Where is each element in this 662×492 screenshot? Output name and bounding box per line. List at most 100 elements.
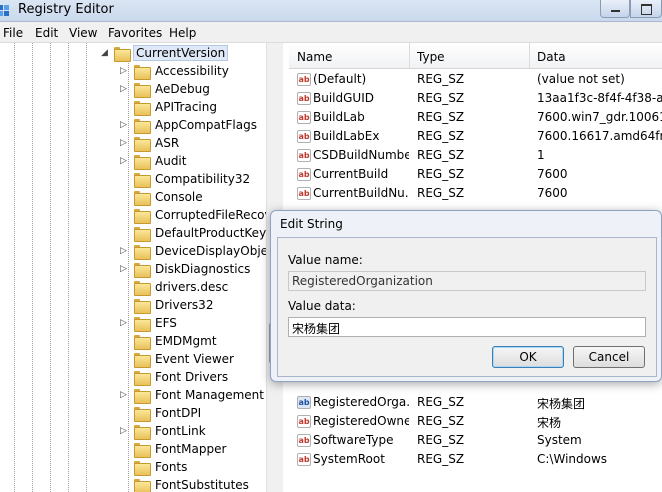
window-title: Registry Editor: [18, 2, 114, 17]
tree-item[interactable]: ▷ EFS: [0, 315, 281, 333]
tree-item-label: DiskDiagnostics: [155, 262, 251, 276]
value-row[interactable]: abBuildGUID REG_SZ 13aa1f3c-8f4f-4f38-a7ae: [289, 89, 662, 108]
tree-item-label: DefaultProductKey: [155, 226, 267, 240]
tree-item[interactable]: APITracing: [0, 99, 281, 117]
tree-item[interactable]: FontDPI: [0, 405, 281, 423]
expand-arrow-icon[interactable]: ▷: [120, 390, 129, 401]
tree-item[interactable]: ▷ ASR: [0, 135, 281, 153]
tree-item[interactable]: drivers.desc: [0, 279, 281, 297]
dialog-body: Value name: RegisteredOrganization Value…: [277, 237, 657, 377]
tree-item[interactable]: ▷ DiskDiagnostics: [0, 261, 281, 279]
column-name[interactable]: Name: [297, 50, 332, 64]
value-row[interactable]: ab SoftwareType REG_SZ System: [289, 431, 662, 450]
tree-item[interactable]: ▷ AppCompatFlags: [0, 117, 281, 135]
tree-item[interactable]: DefaultProductKey: [0, 225, 281, 243]
tree-item[interactable]: ▷ Accessibility: [0, 63, 281, 81]
tree-item-label: Compatibility32: [155, 172, 251, 186]
ok-button[interactable]: OK: [492, 346, 564, 368]
folder-icon: [134, 155, 151, 170]
folder-icon: [134, 461, 151, 476]
folder-icon: [134, 227, 151, 242]
tree-item-currentversion[interactable]: ◢ CurrentVersion: [0, 45, 281, 63]
expand-arrow-icon[interactable]: ▷: [120, 264, 129, 275]
string-value-icon: ab: [297, 187, 311, 200]
value-data-cell: 13aa1f3c-8f4f-4f38-a7ae: [537, 91, 662, 105]
expand-arrow-icon[interactable]: ▷: [120, 120, 129, 131]
expand-arrow-icon[interactable]: ▷: [120, 318, 129, 329]
column-divider[interactable]: [409, 43, 410, 69]
tree-item[interactable]: Fonts: [0, 459, 281, 477]
tree-item[interactable]: Compatibility32: [0, 171, 281, 189]
cancel-button[interactable]: Cancel: [573, 346, 645, 368]
tree-item[interactable]: Font Drivers: [0, 369, 281, 387]
tree-item[interactable]: FontMapper: [0, 441, 281, 459]
tree-item-label: CorruptedFileRecove: [155, 208, 279, 222]
value-row[interactable]: ab RegisteredOwner REG_SZ 宋杨: [289, 412, 662, 431]
value-data-cell: 7600.16617.amd64fre.wi: [537, 129, 662, 143]
menu-view[interactable]: View: [69, 26, 97, 40]
registry-app-icon: [0, 5, 9, 16]
expand-arrow-icon[interactable]: ▷: [120, 84, 129, 95]
tree-item[interactable]: Event Viewer: [0, 351, 281, 369]
value-row[interactable]: ab SystemRoot REG_SZ C:\Windows: [289, 450, 662, 469]
tree-item-label: AeDebug: [155, 82, 210, 96]
value-row[interactable]: ab CurrentBuildNu... REG_SZ 7600: [289, 184, 662, 203]
tree-item-label: Event Viewer: [155, 352, 234, 366]
menu-help[interactable]: Help: [169, 26, 196, 40]
value-row[interactable]: ab CurrentBuild REG_SZ 7600: [289, 165, 662, 184]
value-type-cell: REG_SZ: [417, 148, 465, 162]
value-row[interactable]: abBuildLab REG_SZ 7600.win7_gdr.100618-1: [289, 108, 662, 127]
tree-item-label: Font Management: [155, 388, 264, 402]
value-data-field[interactable]: 宋杨集团: [288, 317, 646, 337]
menu-file[interactable]: File: [3, 26, 23, 40]
tree-item[interactable]: ▷ Audit: [0, 153, 281, 171]
tree-item-label: EMDMgmt: [155, 334, 217, 348]
tree-item-label: AppCompatFlags: [155, 118, 257, 132]
tree-item[interactable]: EMDMgmt: [0, 333, 281, 351]
tree-item-label: FontMapper: [155, 442, 227, 456]
value-row[interactable]: ab RegisteredOrga... REG_SZ 宋杨集团: [289, 393, 662, 412]
value-row[interactable]: ab CSDBuildNumber REG_SZ 1: [289, 146, 662, 165]
expand-arrow-icon[interactable]: ▷: [120, 138, 129, 149]
tree-item-label: FontDPI: [155, 406, 202, 420]
maximize-button[interactable]: [630, 0, 662, 18]
string-value-icon: ab: [297, 73, 311, 86]
value-data-cell: 宋杨集团: [537, 397, 586, 411]
value-data-cell: 7600: [537, 167, 568, 181]
tree-item[interactable]: ▷ AeDebug: [0, 81, 281, 99]
value-type-cell: REG_SZ: [417, 452, 465, 466]
expand-arrow-icon[interactable]: ▷: [120, 66, 129, 77]
value-type-cell: REG_SZ: [417, 110, 465, 124]
tree-item[interactable]: Console: [0, 189, 281, 207]
value-data-cell: 宋杨: [537, 416, 562, 430]
folder-icon: [134, 335, 151, 350]
menu-favorites[interactable]: Favorites: [108, 26, 162, 40]
column-divider[interactable]: [529, 43, 530, 69]
value-row[interactable]: abBuildLabEx REG_SZ 7600.16617.amd64fre.wi: [289, 127, 662, 146]
value-name-label: Value name:: [288, 253, 363, 267]
menu-bar: File Edit View Favorites Help: [0, 22, 662, 43]
minimize-button[interactable]: [600, 0, 630, 18]
expand-arrow-icon[interactable]: ▷: [120, 246, 129, 257]
key-tree[interactable]: ◢ CurrentVersion ▷ Accessibility ▷ AeDebug A…: [0, 43, 282, 492]
folder-icon: [134, 407, 151, 422]
tree-item[interactable]: ▷ DeviceDisplayObjects: [0, 243, 281, 261]
string-value-icon: ab: [297, 130, 311, 143]
tree-item[interactable]: FontSubstitutes: [0, 477, 281, 492]
tree-item[interactable]: ▷ Font Management: [0, 387, 281, 405]
folder-open-icon: [114, 47, 131, 62]
expand-arrow-icon[interactable]: ▷: [120, 156, 129, 167]
column-type[interactable]: Type: [417, 50, 445, 64]
tree-item[interactable]: Drivers32: [0, 297, 281, 315]
menu-edit[interactable]: Edit: [35, 26, 58, 40]
expand-arrow-icon[interactable]: ▷: [120, 426, 129, 437]
tree-item[interactable]: ▷ FontLink: [0, 423, 281, 441]
string-value-icon: ab: [297, 111, 311, 124]
tree-item[interactable]: CorruptedFileRecove: [0, 207, 281, 225]
collapse-arrow-icon[interactable]: ◢: [101, 48, 110, 59]
folder-icon: [134, 353, 151, 368]
value-name-field[interactable]: RegisteredOrganization: [288, 271, 646, 291]
value-row[interactable]: ab (Default) REG_SZ (value not set): [289, 70, 662, 89]
value-data-cell: (value not set): [537, 72, 625, 86]
column-data[interactable]: Data: [537, 50, 566, 64]
